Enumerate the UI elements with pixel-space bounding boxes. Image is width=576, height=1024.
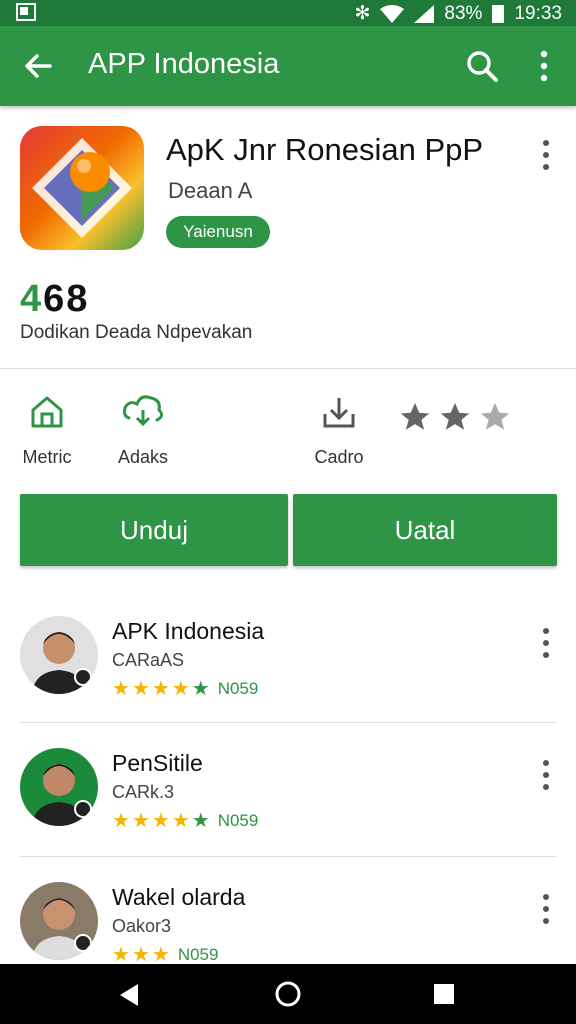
star-icon: ★ <box>171 810 190 832</box>
navigation-bar <box>0 964 576 1024</box>
status-dot-icon <box>74 934 92 952</box>
clock: 19:33 <box>514 2 562 24</box>
developer-name[interactable]: Deaan A <box>168 178 252 204</box>
star-icon: ★ <box>151 810 170 832</box>
list-item-subtitle: Oakor3 <box>112 916 172 936</box>
star-icon: ★ <box>171 678 190 700</box>
app-icon <box>20 126 144 250</box>
download-count-first-digit: 4 <box>20 278 44 320</box>
avatar <box>20 882 98 960</box>
star-icon <box>440 402 470 430</box>
status-dot-icon <box>74 800 92 818</box>
back-nav-icon[interactable] <box>116 982 142 1008</box>
stat-metric[interactable]: Metric <box>2 392 92 468</box>
more-options-icon[interactable] <box>530 48 558 84</box>
star-icon: ★ <box>131 810 150 832</box>
search-icon[interactable] <box>464 48 500 84</box>
list-item-more-icon[interactable] <box>536 624 556 664</box>
list-item-title: PenSitile <box>112 750 203 776</box>
divider <box>0 368 576 369</box>
download-count: 468 <box>20 278 89 321</box>
install-button[interactable]: Uatal <box>293 494 557 566</box>
review-count: N059 <box>217 810 259 830</box>
wifi-icon <box>380 4 405 23</box>
list-item-subtitle: CARaAS <box>112 650 185 670</box>
stat-adaks[interactable]: Adaks <box>98 392 188 468</box>
divider <box>20 722 556 723</box>
star-icon: ★ <box>112 810 130 832</box>
bluetooth-icon: ✻ <box>354 3 371 24</box>
category-badge[interactable]: Yaienusn <box>166 216 270 248</box>
list-item-more-icon[interactable] <box>536 756 556 796</box>
battery-percentage: 83% <box>444 2 483 24</box>
list-item-title: Wakel olarda <box>112 884 246 910</box>
review-count: N059 <box>217 678 259 698</box>
app-more-options-icon[interactable] <box>536 136 556 176</box>
list-item-rating: ★ ★ ★ ★ ★ N059 <box>112 808 258 833</box>
app-bar-title: APP Indonesia <box>88 48 280 80</box>
cloud-icon <box>123 395 164 427</box>
review-count: N059 <box>177 944 219 964</box>
download-icon <box>323 398 355 428</box>
battery-icon <box>492 4 505 23</box>
rating-stars <box>398 400 512 434</box>
status-dot-icon <box>74 668 92 686</box>
star-outline-icon <box>480 402 510 430</box>
star-icon: ★ <box>191 678 210 700</box>
avatar <box>20 616 98 694</box>
signal-icon <box>414 4 435 23</box>
list-item[interactable]: PenSitile CARk.3 ★ ★ ★ ★ ★ N059 <box>0 748 576 858</box>
download-button[interactable]: Unduj <box>20 494 288 566</box>
list-item[interactable]: APK Indonesia CARaAS ★ ★ ★ ★ ★ N059 <box>0 616 576 726</box>
stat-cadro[interactable]: Cadro <box>294 392 384 468</box>
star-icon: ★ <box>151 678 170 700</box>
star-icon <box>400 402 430 430</box>
star-icon: ★ <box>112 678 130 700</box>
notification-icon <box>16 3 36 21</box>
stat-label: Adaks <box>117 447 169 467</box>
app-description: Dodikan Deada Ndpevakan <box>20 322 253 343</box>
recents-nav-icon[interactable] <box>432 982 456 1006</box>
list-item-title: APK Indonesia <box>112 618 265 644</box>
star-icon: ★ <box>131 678 150 700</box>
stat-label: Metric <box>22 447 72 467</box>
home-nav-icon[interactable] <box>274 980 302 1008</box>
star-icon: ★ <box>191 810 210 832</box>
list-item-subtitle: CARk.3 <box>112 782 175 802</box>
app-bar: APP Indonesia <box>0 26 576 106</box>
home-icon <box>31 396 63 428</box>
list-item-more-icon[interactable] <box>536 890 556 930</box>
app-title: ApK Jnr Ronesian PpP <box>166 132 484 167</box>
status-bar: ✻ 83% 19:33 <box>0 0 576 26</box>
download-count-rest: 68 <box>43 278 90 320</box>
divider <box>20 856 556 857</box>
back-arrow-icon[interactable] <box>22 50 54 82</box>
stat-label: Cadro <box>314 447 364 467</box>
list-item-rating: ★ ★ ★ ★ ★ N059 <box>112 676 258 701</box>
avatar <box>20 748 98 826</box>
